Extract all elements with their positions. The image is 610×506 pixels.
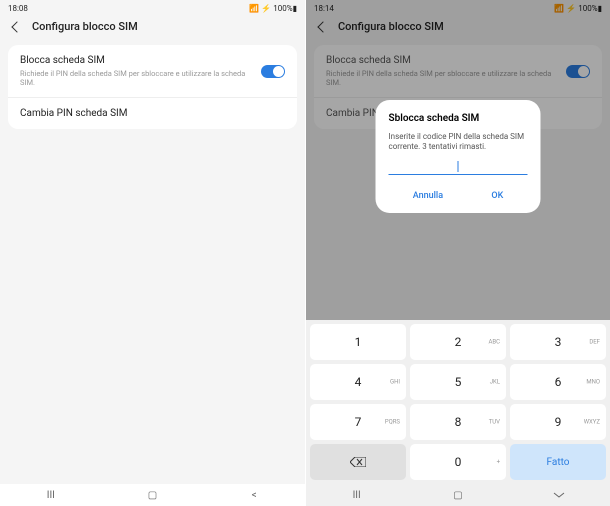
lock-sim-toggle[interactable] [261,65,285,78]
key-9[interactable]: 9WXYZ [510,404,606,440]
nav-recent[interactable]: III [307,484,407,506]
key-0[interactable]: 0+ [410,444,506,480]
key-2[interactable]: 2ABC [410,324,506,360]
change-pin-title: Cambia PIN scheda SIM [20,108,127,119]
page-title: Configura blocco SIM [32,20,138,33]
right-screen: 18:14 📶 ⚡ 100%▮ Configura blocco SIM Blo… [305,0,610,506]
key-backspace[interactable] [310,444,406,480]
lock-sim-sub: Richiede il PIN della scheda SIM per sbl… [20,69,261,87]
lock-sim-row[interactable]: Blocca scheda SIM Richiede il PIN della … [8,45,297,97]
nav-home[interactable]: ▢ [102,484,203,506]
key-done[interactable]: Fatto [510,444,606,480]
lock-sim-title: Blocca scheda SIM [20,55,261,66]
change-pin-row[interactable]: Cambia PIN scheda SIM [8,97,297,129]
key-3[interactable]: 3DEF [510,324,606,360]
dialog-title: Sblocca scheda SIM [389,113,528,124]
key-5[interactable]: 5JKL [410,364,506,400]
key-8[interactable]: 8TUV [410,404,506,440]
key-1[interactable]: 1 [310,324,406,360]
pin-input[interactable] [389,159,528,175]
ok-button[interactable]: OK [481,187,513,205]
nav-recent[interactable]: III [1,484,102,506]
nav-bar: III ▢ [306,484,610,506]
status-bar: 18:08 📶 ⚡ 100%▮ [0,0,305,16]
status-right: 📶 ⚡ 100%▮ [249,4,297,13]
back-icon[interactable] [10,21,22,33]
key-7[interactable]: 7PQRS [310,404,406,440]
dialog-message: Inserite il codice PIN della scheda SIM … [389,132,528,153]
chevron-down-icon [553,492,565,498]
nav-home[interactable]: ▢ [408,484,508,506]
key-6[interactable]: 6MNO [510,364,606,400]
cancel-button[interactable]: Annulla [403,187,453,205]
text-cursor [458,161,459,172]
status-time: 18:08 [8,4,28,13]
backspace-icon [350,457,366,467]
titlebar: Configura blocco SIM [0,16,305,41]
left-screen: 18:08 📶 ⚡ 100%▮ Configura blocco SIM Blo… [0,0,305,506]
nav-bar: III ▢ < [0,484,305,506]
nav-hide-keyboard[interactable] [509,484,609,506]
nav-back[interactable]: < [204,484,305,506]
numeric-keypad: 1 2ABC 3DEF 4GHI 5JKL 6MNO 7PQRS 8TUV 9W… [306,320,610,484]
settings-card: Blocca scheda SIM Richiede il PIN della … [8,45,297,129]
unlock-sim-dialog: Sblocca scheda SIM Inserite il codice PI… [376,100,541,213]
key-4[interactable]: 4GHI [310,364,406,400]
